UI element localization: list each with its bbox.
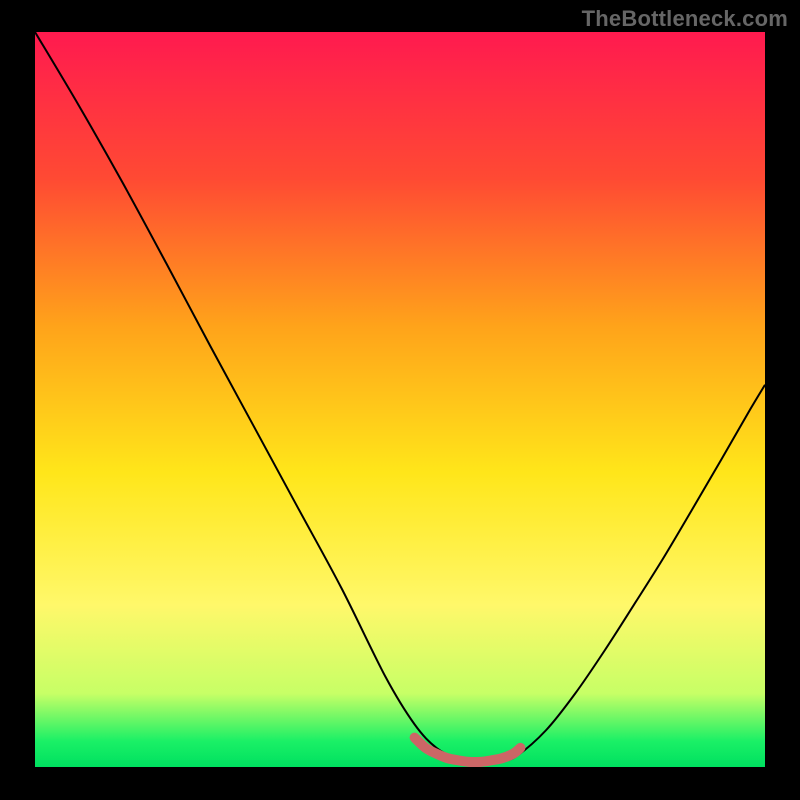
chart-svg [35,32,765,767]
gradient-background [35,32,765,767]
watermark-text: TheBottleneck.com [582,6,788,32]
plot-area [35,32,765,767]
chart-frame: TheBottleneck.com [0,0,800,800]
